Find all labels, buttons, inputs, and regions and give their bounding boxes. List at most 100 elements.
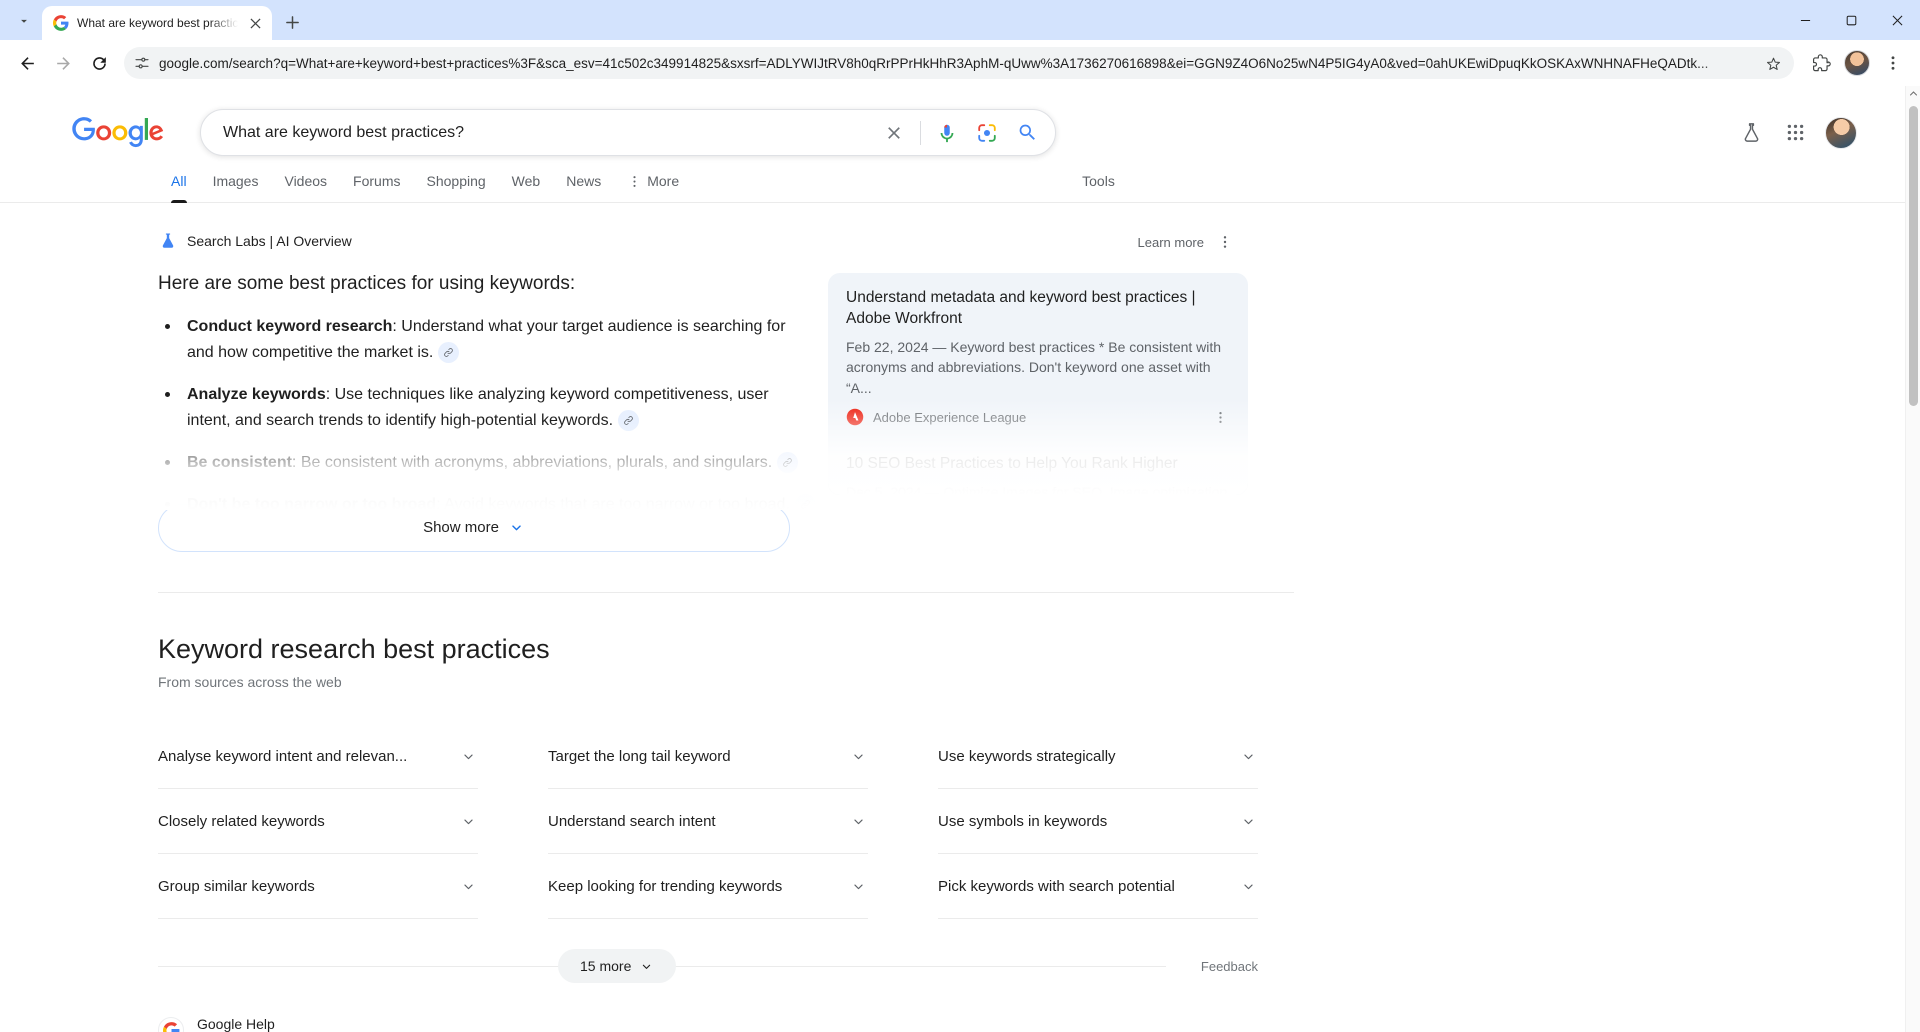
accordion-item[interactable]: Use keywords strategically [938,724,1258,790]
header-actions [1731,113,1879,153]
ai-overview-body: Conduct keyword research: Understand wha… [158,314,816,510]
learn-more-link[interactable]: Learn more [1138,235,1204,250]
search-box[interactable] [200,109,1056,156]
google-lens-icon [978,123,996,142]
tab-all[interactable]: All [158,173,200,203]
search-labs-button[interactable] [1731,113,1771,153]
tab-search-button[interactable] [10,7,38,35]
google-apps-button[interactable] [1775,113,1815,153]
show-more-keywords-button[interactable]: 15 more [558,949,677,984]
source-card[interactable]: Understand metadata and keyword best pra… [828,273,1248,438]
show-more-button[interactable]: Show more [158,503,790,552]
reload-icon [92,56,106,70]
ai-overview-main: Search Labs | AI Overview Here are some … [158,231,816,552]
source-card-list: Understand metadata and keyword best pra… [828,273,1248,495]
chevron-down-icon [643,964,651,969]
voice-search-button[interactable] [927,113,967,153]
search-divider [920,120,921,145]
maximize-button[interactable] [1828,0,1874,40]
tab-label: Images [212,173,259,189]
site-settings-icon[interactable] [134,55,150,71]
accordion-item[interactable]: Understand search intent [548,789,868,855]
scroll-up-button[interactable] [1906,86,1920,101]
accordion-label: Closely related keywords [158,812,325,830]
google-lens-button[interactable] [967,113,1007,153]
page-viewport: All Images Videos Forums Shopping [0,86,1920,1032]
back-button[interactable] [10,46,44,80]
star-icon[interactable] [1765,55,1782,72]
source-snippet: Feb 22, 2024 — Keyword best practices * … [846,338,1222,396]
clear-search-button[interactable] [874,113,914,153]
ai-bullet-title: Analyze keywords [187,385,326,403]
tools-button[interactable]: Tools [1082,173,1115,202]
accordion-item[interactable]: Analyse keyword intent and relevan... [158,724,478,790]
tab-forums[interactable]: Forums [340,173,413,202]
accordion-item[interactable]: Closely related keywords [158,789,478,855]
maximize-icon [1846,15,1856,25]
citation-link-icon[interactable] [777,451,799,473]
ai-bullet-text: : Be consistent with acronyms, abbreviat… [291,453,773,471]
source-card[interactable]: 10 SEO Best Practices to Help You Rank H… [828,438,1248,495]
accordion-item[interactable]: Pick keywords with search potential [938,854,1258,920]
address-bar[interactable]: google.com/search?q=What+are+keyword+bes… [124,47,1794,79]
extensions-button[interactable] [1804,46,1838,80]
search-result[interactable]: Google Help https://support.google.com ›… [158,1015,1905,1032]
page-scrollbar[interactable] [1905,86,1920,1032]
google-favicon [162,1022,179,1032]
source-options-button[interactable] [1210,407,1230,427]
reload-button[interactable] [82,46,116,80]
feedback-link[interactable]: Feedback [1190,958,1258,974]
browser-menu-button[interactable] [1876,46,1910,80]
source-title[interactable]: 10 SEO Best Practices to Help You Rank H… [846,454,1230,475]
citation-link-icon[interactable] [794,493,816,510]
tab-more[interactable]: More [614,173,692,202]
citation-link-icon[interactable] [618,409,640,431]
accordion-label: Use symbols in keywords [938,812,1108,830]
tab-images[interactable]: Images [200,173,272,202]
source-snippet: Dec 5, 2024 — Optimize Images for SEO. I… [846,484,1228,495]
ai-bullet-item: Conduct keyword research: Understand wha… [158,314,816,366]
ai-overview-source-actions: Learn more [828,231,1248,253]
tab-web[interactable]: Web [499,173,554,202]
search-icon [1019,124,1035,140]
google-logo[interactable] [72,117,164,148]
more-vert-icon [633,175,636,187]
keyword-research-section: Keyword research best practices From sou… [158,593,1905,984]
chevron-down-icon [1238,813,1258,830]
search-input[interactable] [223,110,874,155]
accordion-label: Pick keywords with search potential [938,877,1175,895]
accordion-item[interactable]: Target the long tail keyword [548,724,868,790]
chevron-down-icon [848,878,868,895]
ai-overview-options-button[interactable] [1214,231,1236,253]
tab-videos[interactable]: Videos [271,173,340,202]
forward-button[interactable] [46,46,80,80]
chevron-down-icon [848,813,868,830]
accordion-label: Group similar keywords [158,877,315,895]
close-window-button[interactable] [1874,0,1920,40]
new-tab-button[interactable] [278,8,306,36]
profile-button[interactable] [1840,46,1874,80]
scrollbar-thumb[interactable] [1909,106,1918,406]
tab-news[interactable]: News [553,173,614,202]
account-avatar[interactable] [1825,116,1857,149]
accordion-label: Target the long tail keyword [548,747,731,765]
tab-strip: What are keyword best practic [0,0,1920,40]
accordion-item[interactable]: Group similar keywords [158,854,478,920]
keyword-accordion-grid: Analyse keyword intent and relevan... Ta… [158,724,1905,920]
accordion-item[interactable]: Use symbols in keywords [938,789,1258,855]
search-results-content: Search Labs | AI Overview Here are some … [0,203,1905,1032]
tab-close-icon[interactable] [246,14,264,32]
search-labs-badge: Search Labs | AI Overview [158,231,352,251]
tab-shopping[interactable]: Shopping [414,173,499,202]
tab-title: What are keyword best practic [77,16,239,30]
puzzle-icon [1812,53,1831,71]
minimize-button[interactable] [1782,0,1828,40]
source-title[interactable]: Understand metadata and keyword best pra… [846,288,1230,330]
search-submit-button[interactable] [1007,113,1047,153]
close-icon [888,126,900,139]
plus-icon [286,15,299,29]
citation-link-icon[interactable] [438,342,460,364]
chevron-down-icon [458,878,478,895]
browser-tab[interactable]: What are keyword best practic [42,6,273,40]
accordion-item[interactable]: Keep looking for trending keywords [548,854,868,920]
